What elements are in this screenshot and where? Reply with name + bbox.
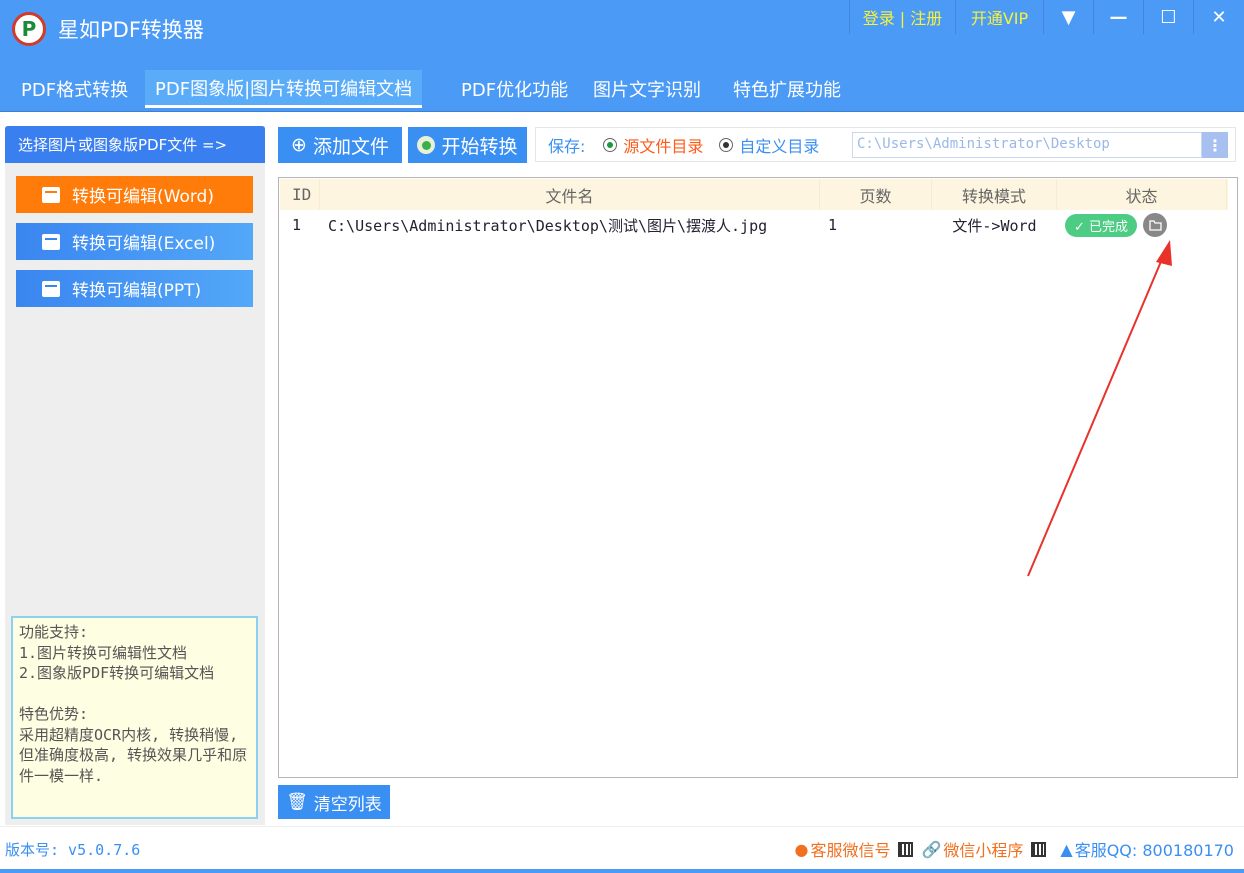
table-header: ID 文件名 页数 转换模式 状态: [280, 179, 1228, 210]
tab-ocr[interactable]: 图片文字识别: [583, 70, 711, 108]
qr-code-icon[interactable]: [898, 841, 914, 857]
qq-service-link[interactable]: 客服QQ: 800180170: [1075, 837, 1234, 861]
cell-id: 1: [292, 216, 302, 234]
app-title: 星如PDF转换器: [58, 18, 204, 42]
output-path-input[interactable]: C:\Users\Administrator\Desktop: [852, 132, 1202, 158]
button-label: 添加文件: [312, 135, 389, 158]
tab-pdf-optimize[interactable]: PDF优化功能: [451, 70, 578, 108]
clear-list-button[interactable]: 🗑 清空列表: [278, 785, 390, 819]
folder-icon: [42, 280, 60, 297]
browse-path-button[interactable]: ⋮: [1202, 132, 1228, 158]
footer: 版本号: v5.0.7.6 ● 客服微信号 🔗 微信小程序 ▲ 客服QQ: 80…: [0, 826, 1244, 873]
minimize-button[interactable]: —: [1093, 0, 1143, 34]
feature-info: 功能支持: 1.图片转换可编辑性文档 2.图象版PDF转换可编辑文档 特色优势:…: [11, 616, 258, 819]
button-label: 转换可编辑(Word): [72, 187, 214, 207]
button-label: 转换可编辑(Excel): [72, 234, 216, 254]
button-label: 开始转换: [441, 135, 518, 158]
folder-icon: [42, 186, 60, 203]
annotation-arrow: [1027, 240, 1172, 577]
save-label: 保存:: [548, 136, 586, 156]
qr-code-icon[interactable]: [1031, 841, 1047, 857]
col-pages: 页数: [820, 179, 932, 210]
start-convert-button[interactable]: 开始转换: [408, 127, 527, 163]
cell-pages: 1: [828, 216, 838, 234]
col-status: 状态: [1057, 179, 1227, 210]
play-dot-icon: [417, 136, 436, 154]
version-label: 版本号: v5.0.7.6: [5, 841, 141, 859]
radio-custom-dir[interactable]: [719, 137, 734, 152]
close-button[interactable]: ✕: [1193, 0, 1244, 34]
cell-filename: C:\Users\Administrator\Desktop\测试\图片\摆渡人…: [328, 216, 768, 235]
col-mode: 转换模式: [932, 179, 1057, 210]
col-id: ID: [280, 179, 320, 210]
folder-icon: [42, 233, 60, 250]
button-label: 转换可编辑(PPT): [72, 281, 202, 301]
menu-icon[interactable]: ▼: [1043, 0, 1093, 34]
qq-icon: ▲: [1060, 839, 1073, 859]
wechat-service-link[interactable]: 客服微信号: [810, 837, 890, 861]
login-register-link[interactable]: 登录 | 注册: [849, 0, 955, 34]
convert-word-button[interactable]: 转换可编辑(Word): [16, 176, 253, 213]
app-logo: P: [12, 12, 46, 46]
col-filename: 文件名: [320, 179, 820, 210]
add-file-button[interactable]: ⊕ 添加文件: [278, 127, 402, 163]
open-vip-link[interactable]: 开通VIP: [955, 0, 1043, 34]
link-icon: 🔗: [921, 839, 942, 859]
miniprogram-link[interactable]: 微信小程序: [943, 837, 1023, 861]
custom-dir-label[interactable]: 自定义目录: [739, 133, 819, 157]
convert-excel-button[interactable]: 转换可编辑(Excel): [16, 223, 253, 260]
button-label: 清空列表: [313, 794, 382, 815]
tab-extensions[interactable]: 特色扩展功能: [723, 70, 851, 108]
tab-image-editable[interactable]: PDF图象版|图片转换可编辑文档: [145, 70, 423, 108]
radio-source-dir[interactable]: [603, 137, 618, 152]
trash-icon: 🗑: [286, 792, 308, 812]
convert-ppt-button[interactable]: 转换可编辑(PPT): [16, 270, 253, 307]
select-file-header[interactable]: 选择图片或图象版PDF文件 =>: [5, 126, 265, 163]
wechat-icon: ●: [794, 839, 809, 859]
title-bar: P 星如PDF转换器 登录 | 注册 开通VIP ▼ — ☐ ✕ PDF格式转换…: [0, 0, 1244, 112]
tab-pdf-format[interactable]: PDF格式转换: [11, 70, 138, 108]
plus-circle-icon: ⊕: [291, 134, 307, 156]
source-dir-label[interactable]: 源文件目录: [623, 133, 703, 157]
maximize-button[interactable]: ☐: [1143, 0, 1193, 34]
